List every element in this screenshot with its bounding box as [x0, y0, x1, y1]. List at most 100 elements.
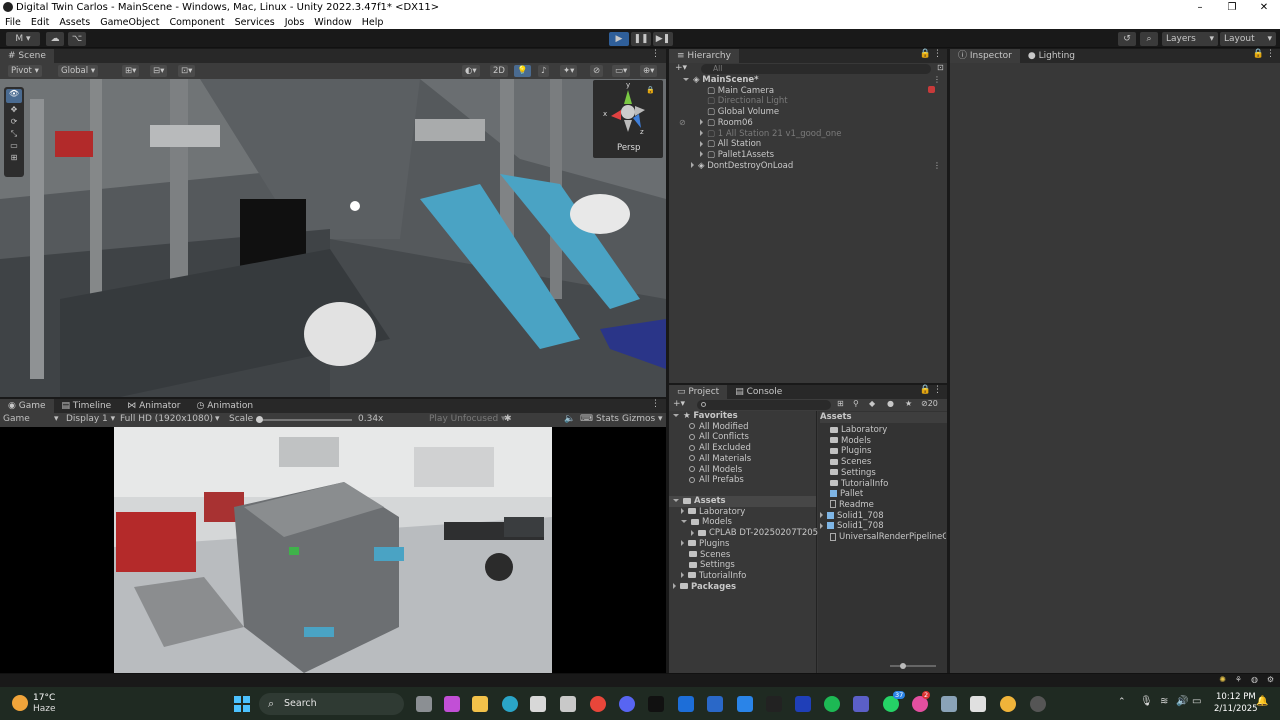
rotate-tool-icon[interactable]: ⟳ — [4, 117, 24, 129]
search-icon[interactable]: ⌕ — [1140, 32, 1158, 46]
pivot-toggle[interactable]: Pivot ▾ — [8, 65, 42, 77]
bug-icon[interactable]: ✱ — [504, 414, 512, 424]
panel-menu-icon[interactable]: ⋮ — [651, 49, 660, 59]
visibility-hidden-icon[interactable]: ⊘ — [679, 118, 686, 127]
effects-toggle-icon[interactable]: ✦▾ — [560, 65, 578, 77]
tree-item-tutorialinfo[interactable]: TutorialInfo — [681, 571, 746, 582]
hierarchy-row-main-camera[interactable]: ▢ Main Camera — [707, 86, 774, 97]
menu-assets[interactable]: Assets — [54, 17, 95, 28]
hierarchy-row-global-volume[interactable]: ▢ Global Volume — [707, 107, 779, 118]
favorite-item[interactable]: All Materials — [689, 454, 751, 465]
asset-item[interactable]: Pallet — [830, 489, 863, 500]
lock-icon[interactable]: 🔒 — [920, 385, 931, 395]
info-toggle-icon[interactable]: ● — [887, 399, 894, 408]
microphone-icon[interactable]: 🎙 — [1140, 696, 1153, 707]
collapse-arrow-icon[interactable] — [691, 529, 694, 536]
tree-item-cplab[interactable]: CPLAB DT-20250207T2057 — [691, 528, 823, 539]
edge-icon[interactable] — [502, 696, 518, 712]
tree-item-models[interactable]: Models — [681, 517, 732, 528]
taskbar-search-box[interactable]: ⌕ Search — [259, 693, 404, 715]
tab-animator[interactable]: ⋈ Animator — [119, 399, 188, 413]
asset-item[interactable]: Settings — [830, 468, 876, 479]
clock-time[interactable]: 10:12 PM — [1216, 692, 1256, 702]
play-button[interactable]: ▶ — [609, 32, 629, 46]
game-mode-dropdown[interactable]: Game — [3, 414, 30, 424]
tab-project[interactable]: ▭ Project — [669, 385, 728, 399]
panel-menu-icon[interactable]: ⋮ — [651, 399, 660, 409]
asset-item[interactable]: Readme — [830, 500, 874, 511]
expand-arrow-icon[interactable] — [683, 78, 689, 81]
vscode-icon[interactable] — [737, 696, 753, 712]
wifi-icon[interactable]: ≋ — [1160, 696, 1168, 707]
battery-icon[interactable]: ▭ — [1192, 696, 1201, 707]
hierarchy-row-all-station-21[interactable]: ▢ 1 All Station 21 v1_good_one — [700, 129, 841, 140]
epic-games-icon[interactable] — [766, 696, 782, 712]
menu-file[interactable]: File — [0, 17, 26, 28]
collapse-arrow-icon[interactable] — [700, 140, 703, 147]
move-tool-icon[interactable]: ✥ — [4, 105, 24, 117]
teams-icon[interactable] — [853, 696, 869, 712]
row-menu-icon[interactable]: ⋮ — [933, 161, 941, 170]
hierarchy-search-input[interactable]: All — [701, 64, 931, 74]
panel-menu-icon[interactable]: ⋮ — [933, 49, 942, 59]
file-explorer-icon[interactable] — [472, 696, 488, 712]
tree-item-settings[interactable]: Settings — [689, 560, 735, 571]
collapse-arrow-icon[interactable] — [820, 512, 823, 519]
add-object-button[interactable]: +▾ — [675, 63, 687, 73]
filter-type-icon[interactable]: ⊞ — [837, 399, 844, 408]
lock-icon[interactable]: 🔒 — [646, 86, 655, 94]
collapse-arrow-icon[interactable] — [681, 572, 684, 579]
asset-item[interactable]: TutorialInfo — [830, 479, 888, 490]
row-menu-icon[interactable]: ⋮ — [933, 75, 941, 84]
step-button[interactable]: ▶❚ — [653, 32, 673, 46]
hierarchy-row-dontdestroyonload[interactable]: ◈ DontDestroyOnLoad — [691, 161, 793, 172]
tab-game[interactable]: ◉ Game — [0, 399, 54, 413]
chrome-profile-icon[interactable] — [1000, 696, 1016, 712]
draw-mode-icon[interactable]: ◐▾ — [462, 65, 480, 77]
history-icon[interactable]: ↺ — [1118, 32, 1136, 46]
expand-arrow-icon[interactable] — [673, 499, 679, 502]
collapse-arrow-icon[interactable] — [691, 162, 694, 169]
menu-services[interactable]: Services — [230, 17, 280, 28]
scale-slider[interactable] — [256, 416, 352, 423]
tab-lighting[interactable]: ● Lighting — [1020, 49, 1083, 63]
tab-scene[interactable]: # Scene — [0, 49, 54, 63]
menu-component[interactable]: Component — [164, 17, 229, 28]
hierarchy-row-mainscene[interactable]: ◈ MainScene* — [683, 75, 759, 86]
tree-assets-root[interactable]: Assets — [669, 496, 816, 507]
menu-edit[interactable]: Edit — [26, 17, 54, 28]
view-tool-icon[interactable]: 👁 — [6, 89, 22, 103]
create-asset-button[interactable]: +▾ — [673, 399, 685, 409]
collapse-arrow-icon[interactable] — [681, 508, 684, 515]
mode-2d-toggle[interactable]: 2D — [490, 65, 508, 77]
audio-mute-icon[interactable]: 🔈 — [564, 414, 575, 424]
tree-packages-root[interactable]: Packages — [673, 582, 736, 593]
stats-button[interactable]: Stats — [596, 414, 619, 424]
task-view-icon[interactable] — [416, 696, 432, 712]
tree-item-scenes[interactable]: Scenes — [689, 550, 730, 561]
expand-icon[interactable]: ⊡ — [937, 63, 944, 72]
icon-size-slider-handle[interactable] — [900, 663, 906, 669]
account-dropdown[interactable]: M ▾ — [6, 32, 40, 46]
tab-inspector[interactable]: ⓘ Inspector — [950, 49, 1020, 63]
progress-icon[interactable]: ◍ — [1251, 675, 1258, 684]
panel-menu-icon[interactable]: ⋮ — [1266, 49, 1275, 59]
minimize-button[interactable]: – — [1184, 0, 1216, 15]
debug-icon[interactable]: ⚙ — [1267, 675, 1274, 684]
favorite-item[interactable]: All Conflicts — [689, 432, 749, 443]
keyboard-icon[interactable]: ⌨ — [580, 414, 593, 424]
asset-item[interactable]: Scenes — [830, 457, 871, 468]
lock-icon[interactable]: 🔒 — [920, 49, 931, 59]
tag-icon[interactable]: ◆ — [869, 399, 875, 408]
transform-tool-icon[interactable]: ⊞ — [4, 153, 24, 165]
asset-item[interactable]: Plugins — [830, 446, 871, 457]
clock-date[interactable]: 2/11/2025 — [1214, 704, 1258, 714]
hierarchy-row-room06[interactable]: ▢ Room06 — [700, 118, 753, 129]
collab-icon[interactable]: ⌥ — [68, 32, 86, 46]
visibility-toggle-icon[interactable]: ⊘ — [590, 65, 604, 77]
lighting-toggle-icon[interactable]: 💡 — [514, 65, 531, 77]
outlook-icon[interactable] — [678, 696, 694, 712]
weather-icon[interactable] — [12, 695, 28, 711]
project-search-input[interactable] — [697, 400, 831, 410]
tab-timeline[interactable]: ▤ Timeline — [54, 399, 120, 413]
